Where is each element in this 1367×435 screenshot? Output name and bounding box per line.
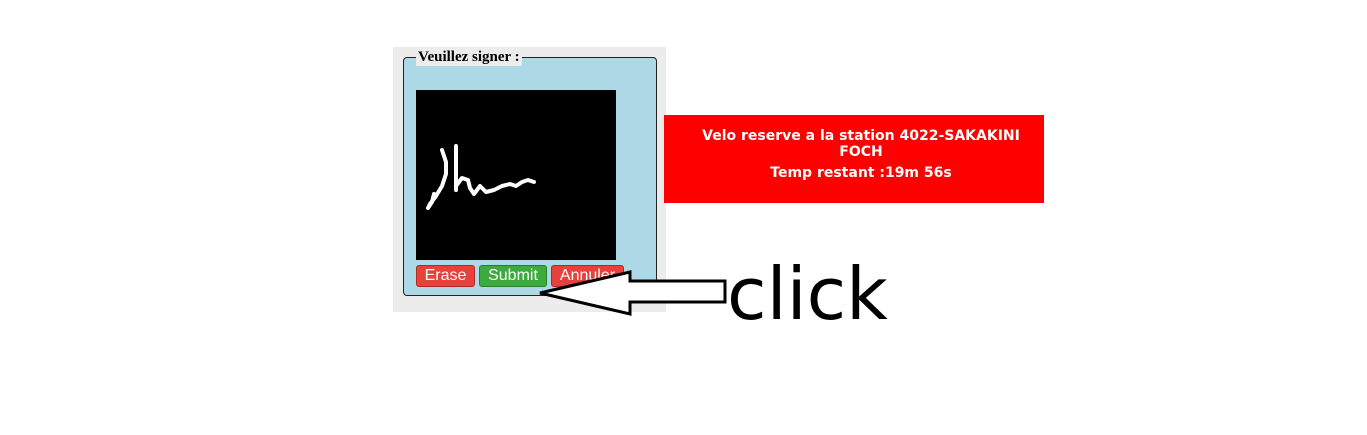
left-arrow-icon (539, 270, 727, 316)
reservation-message: Velo reserve a la station 4022-SAKAKINI … (702, 128, 1020, 160)
reservation-timer: Temp restant :19m 56s (770, 165, 952, 181)
signature-canvas[interactable] (416, 90, 616, 260)
signature-legend: Veuillez signer : (416, 48, 522, 66)
reservation-banner: Velo reserve a la station 4022-SAKAKINI … (664, 115, 1044, 203)
signature-stroke (426, 144, 536, 210)
erase-button[interactable]: Erase (416, 265, 475, 287)
click-annotation: click (727, 252, 888, 336)
